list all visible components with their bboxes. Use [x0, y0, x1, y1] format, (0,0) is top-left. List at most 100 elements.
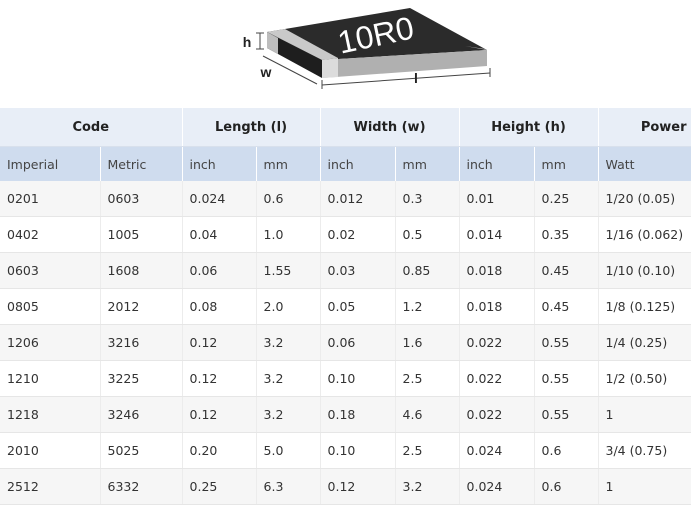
imperial-cell: 0805 [0, 288, 101, 325]
height-inch-cell: 0.024 [459, 432, 535, 469]
power-cell: 1/10 (0.10) [598, 252, 691, 289]
table-row: 2512 6332 0.25 6.3 0.12 3.2 0.024 0.6 1 [0, 468, 691, 505]
width-mm-cell: 1.6 [395, 324, 460, 361]
metric-cell: 6332 [100, 468, 183, 505]
height-mm-cell: 0.55 [534, 360, 599, 397]
width-mm-cell: 0.85 [395, 252, 460, 289]
imperial-cell: 0603 [0, 252, 101, 289]
height-mm-header: mm [534, 146, 599, 181]
height-mm-cell: 0.25 [534, 181, 599, 217]
height-mm-cell: 0.35 [534, 216, 599, 253]
power-header: Power [598, 108, 691, 147]
height-mm-cell: 0.55 [534, 324, 599, 361]
table-row: 0402 1005 0.04 1.0 0.02 0.5 0.014 0.35 1/16 (0.0… [0, 216, 691, 253]
table-row: 0805 2012 0.08 2.0 0.05 1.2 0.018 0.45 1/8 (0.12… [0, 288, 691, 325]
smd-resistor-figure: 10R0 h w l [243, 8, 491, 89]
imperial-cell: 1218 [0, 396, 101, 433]
length-inch-header: inch [182, 146, 257, 181]
imperial-cell: 2512 [0, 468, 101, 505]
width-inch-cell: 0.18 [320, 396, 396, 433]
length-inch-cell: 0.06 [182, 252, 257, 289]
length-mm-cell: 6.3 [256, 468, 321, 505]
imperial-header: Imperial [0, 146, 101, 181]
width-mm-cell: 1.2 [395, 288, 460, 325]
resistor-size-table: Code Length (l) Width (w) Height (h) Pow… [0, 108, 691, 505]
power-cell: 1/2 (0.50) [598, 360, 691, 397]
width-inch-cell: 0.12 [320, 468, 396, 505]
power-cell: 3/4 (0.75) [598, 432, 691, 469]
table-row: 0603 1608 0.06 1.55 0.03 0.85 0.018 0.45 1/10 (0… [0, 252, 691, 289]
imperial-cell: 0402 [0, 216, 101, 253]
height-inch-cell: 0.018 [459, 288, 535, 325]
width-inch-cell: 0.05 [320, 288, 396, 325]
width-inch-cell: 0.06 [320, 324, 396, 361]
height-inch-cell: 0.014 [459, 216, 535, 253]
length-mm-cell: 2.0 [256, 288, 321, 325]
length-header: Length (l) [182, 108, 321, 147]
power-cell: 1/16 (0.062) [598, 216, 691, 253]
width-mm-cell: 4.6 [395, 396, 460, 433]
length-inch-cell: 0.12 [182, 360, 257, 397]
imperial-cell: 1210 [0, 360, 101, 397]
length-inch-cell: 0.25 [182, 468, 257, 505]
resistor-front-terminal [322, 58, 338, 78]
power-cell: 1/4 (0.25) [598, 324, 691, 361]
length-inch-cell: 0.04 [182, 216, 257, 253]
height-inch-cell: 0.022 [459, 396, 535, 433]
imperial-cell: 1206 [0, 324, 101, 361]
length-inch-cell: 0.20 [182, 432, 257, 469]
width-inch-cell: 0.012 [320, 181, 396, 217]
imperial-cell: 2010 [0, 432, 101, 469]
height-inch-cell: 0.022 [459, 324, 535, 361]
height-inch-cell: 0.01 [459, 181, 535, 217]
length-mm-header: mm [256, 146, 321, 181]
height-mm-cell: 0.6 [534, 432, 599, 469]
width-mm-cell: 2.5 [395, 432, 460, 469]
length-inch-cell: 0.12 [182, 324, 257, 361]
width-inch-cell: 0.02 [320, 216, 396, 253]
width-inch-cell: 0.03 [320, 252, 396, 289]
width-mm-cell: 0.3 [395, 181, 460, 217]
height-inch-cell: 0.024 [459, 468, 535, 505]
width-mm-cell: 2.5 [395, 360, 460, 397]
metric-cell: 1608 [100, 252, 183, 289]
length-mm-cell: 3.2 [256, 396, 321, 433]
length-mm-cell: 0.6 [256, 181, 321, 217]
metric-cell: 2012 [100, 288, 183, 325]
width-inch-cell: 0.10 [320, 360, 396, 397]
width-header: Width (w) [320, 108, 460, 147]
length-mm-cell: 3.2 [256, 324, 321, 361]
metric-cell: 3225 [100, 360, 183, 397]
height-inch-cell: 0.018 [459, 252, 535, 289]
length-mm-cell: 1.0 [256, 216, 321, 253]
code-header: Code [0, 108, 183, 147]
table-row: 0201 0603 0.024 0.6 0.012 0.3 0.01 0.25 1/20 (0.… [0, 181, 691, 217]
height-header: Height (h) [459, 108, 599, 147]
width-mm-cell: 3.2 [395, 468, 460, 505]
group-header-row: Code Length (l) Width (w) Height (h) Pow… [0, 108, 691, 147]
metric-cell: 5025 [100, 432, 183, 469]
table-row: 1210 3225 0.12 3.2 0.10 2.5 0.022 0.55 1/2 (0.50… [0, 360, 691, 397]
table-row: 1218 3246 0.12 3.2 0.18 4.6 0.022 0.55 1 [0, 396, 691, 433]
table-row: 2010 5025 0.20 5.0 0.10 2.5 0.024 0.6 3/4 (0.75) [0, 432, 691, 469]
power-cell: 1/8 (0.125) [598, 288, 691, 325]
height-label: h [243, 34, 252, 50]
width-mm-cell: 0.5 [395, 216, 460, 253]
height-inch-header: inch [459, 146, 535, 181]
table-body: 0201 0603 0.024 0.6 0.012 0.3 0.01 0.25 1/20 (0.… [0, 181, 691, 505]
width-inch-cell: 0.10 [320, 432, 396, 469]
length-inch-cell: 0.08 [182, 288, 257, 325]
height-mm-cell: 0.45 [534, 288, 599, 325]
width-mm-header: mm [395, 146, 460, 181]
imperial-cell: 0201 [0, 181, 101, 217]
length-mm-cell: 1.55 [256, 252, 321, 289]
height-mm-cell: 0.45 [534, 252, 599, 289]
metric-header: Metric [100, 146, 183, 181]
power-cell: 1/20 (0.05) [598, 181, 691, 217]
table-row: 1206 3216 0.12 3.2 0.06 1.6 0.022 0.55 1/4 (0.25… [0, 324, 691, 361]
length-label: l [414, 70, 418, 86]
height-mm-cell: 0.55 [534, 396, 599, 433]
metric-cell: 3216 [100, 324, 183, 361]
length-mm-cell: 3.2 [256, 360, 321, 397]
power-cell: 1 [598, 396, 691, 433]
